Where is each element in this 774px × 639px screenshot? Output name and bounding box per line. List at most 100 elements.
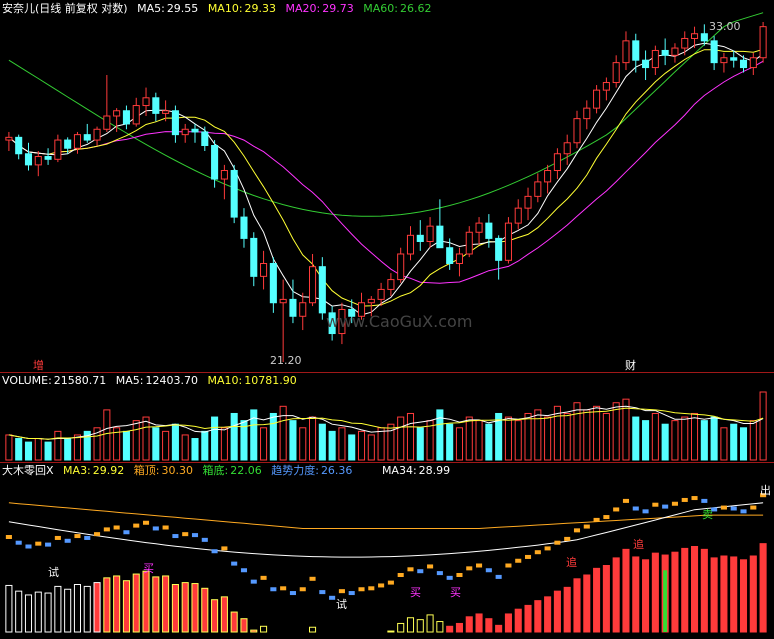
volume-bar xyxy=(691,412,699,461)
candle-body xyxy=(691,33,699,39)
volume-bar xyxy=(406,412,415,461)
indicator-bar xyxy=(485,618,493,633)
indicator-bar xyxy=(446,625,454,633)
separator-indicator xyxy=(0,462,774,463)
ma60-label: MA60: xyxy=(363,2,398,15)
candle-body xyxy=(661,49,669,56)
ma3-marker xyxy=(45,542,52,547)
candle-body xyxy=(465,231,473,255)
ma3-marker xyxy=(201,537,208,542)
ma3-marker xyxy=(338,589,345,594)
ma3-marker xyxy=(681,497,688,502)
volume-header: VOLUME: 21580.71 MA5: 12403.70 MA10: 10781.… xyxy=(2,374,303,388)
ma3-marker xyxy=(446,575,453,580)
ma20-value: 29.73 xyxy=(322,2,354,15)
volume-bar xyxy=(563,412,571,461)
indicator-bar xyxy=(5,584,13,633)
ma3-marker xyxy=(662,504,669,509)
chart-stage: 安奈儿(日线 前复权 对数) MA5: 29.55 MA10: 29.33 MA20… xyxy=(0,0,774,636)
indicator-bar xyxy=(260,625,268,633)
volume-bar xyxy=(269,412,277,461)
indicator-bar xyxy=(152,576,160,633)
candle-body xyxy=(64,139,72,149)
volume-bar xyxy=(5,434,13,461)
indicator-bar xyxy=(113,575,121,633)
volume-bar xyxy=(739,427,748,461)
indicator-bar xyxy=(465,616,473,633)
ma3-marker xyxy=(191,533,199,538)
volume-bar xyxy=(583,409,591,461)
indicator-bar xyxy=(583,574,591,633)
box-top-label: 箱顶: xyxy=(133,464,160,477)
ma20-line xyxy=(8,60,764,284)
low-price-label: 21.20 xyxy=(270,354,302,367)
volume-bar xyxy=(122,430,130,461)
indicator-bar xyxy=(181,582,189,633)
indicator-bar xyxy=(230,611,238,633)
ma5-label: MA5: xyxy=(137,2,165,15)
volume-bar xyxy=(397,416,405,461)
ma3-marker xyxy=(289,591,296,596)
ma60-value: 26.62 xyxy=(399,2,432,15)
ma3-marker xyxy=(397,573,404,577)
candle-body xyxy=(299,302,307,317)
candle-body xyxy=(495,237,503,261)
candle-body xyxy=(455,253,463,264)
ma3-marker xyxy=(691,496,698,501)
ma3-marker xyxy=(515,558,522,563)
candle-body xyxy=(191,128,199,133)
volume-bar xyxy=(446,423,454,461)
ma3-marker xyxy=(456,573,463,577)
candle-body xyxy=(54,139,62,160)
candle-body xyxy=(534,181,542,197)
indicator-bar xyxy=(544,596,552,633)
candle-body xyxy=(514,207,522,224)
volume-bar xyxy=(632,416,640,461)
candle-body xyxy=(416,234,424,242)
candle-body xyxy=(15,136,23,155)
ma3-marker xyxy=(103,527,110,532)
indicator-bar xyxy=(524,604,532,633)
indicator-bar xyxy=(64,588,72,633)
marker-buy-1: 买 xyxy=(143,562,154,575)
ma3-marker xyxy=(133,523,140,528)
indicator-bar xyxy=(309,626,317,633)
indicator-bar xyxy=(416,619,424,633)
volume-bar xyxy=(485,423,493,461)
volume-bar xyxy=(201,430,209,461)
ma3-marker xyxy=(436,571,443,576)
ma10-value: 29.33 xyxy=(244,2,277,15)
ma3-marker xyxy=(260,575,267,580)
volume-bar xyxy=(220,427,228,461)
volume-bar xyxy=(749,420,757,461)
ma3-marker xyxy=(466,566,473,571)
volume-ma5-value: 12403.70 xyxy=(145,374,199,387)
candle-body xyxy=(544,170,552,183)
ma3-marker xyxy=(524,554,532,559)
indicator-bar xyxy=(24,594,33,633)
indicator-bar xyxy=(397,622,405,633)
volume-bar xyxy=(348,434,356,461)
ma3-marker xyxy=(319,590,326,595)
ma3-marker xyxy=(74,534,81,539)
high-price-label: 33.00 xyxy=(709,20,741,33)
candle-body xyxy=(651,49,659,69)
candle-body xyxy=(230,170,238,218)
ma34-line xyxy=(8,502,764,558)
candle-body xyxy=(475,222,483,233)
box-top-line xyxy=(8,502,764,529)
candle-body xyxy=(642,59,650,69)
volume-bar xyxy=(328,430,336,461)
volume-bar xyxy=(504,416,512,461)
indicator-bar xyxy=(730,556,738,633)
volume-bar xyxy=(730,423,738,461)
candle-body xyxy=(367,298,375,304)
indicator-bar xyxy=(171,584,179,633)
volume-bar xyxy=(455,427,463,461)
indicator-bar xyxy=(593,567,601,633)
volume-bar xyxy=(171,423,179,461)
candle-body xyxy=(553,153,561,172)
ma3-marker xyxy=(94,532,101,537)
ma3-marker xyxy=(348,591,355,596)
candle-body xyxy=(103,115,111,130)
